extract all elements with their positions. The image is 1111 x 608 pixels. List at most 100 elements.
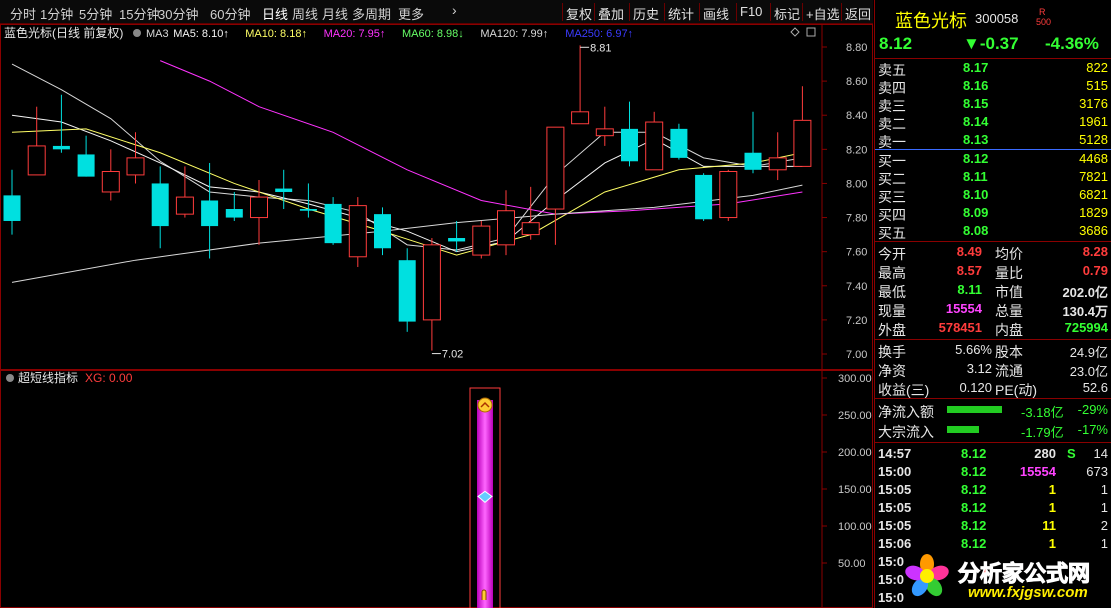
settings-dot-icon[interactable] [133, 29, 141, 37]
candle-body [151, 183, 169, 227]
tick-row[interactable]: 15:00 8.12 15554 673 [875, 464, 1111, 481]
y-tick-label: 7.80 [846, 213, 867, 225]
indicator-settings-icon[interactable] [6, 374, 14, 382]
maximize-icon[interactable] [806, 27, 816, 37]
stat-label: 内盘 [995, 322, 1023, 338]
candle-body [521, 222, 540, 236]
tick-row[interactable]: 14:57 8.12 280 S 14 [875, 446, 1111, 463]
period-tab[interactable]: 15分钟 [119, 4, 159, 23]
flow-bar [947, 426, 979, 433]
divider [875, 339, 1111, 340]
tick-price: 8.12 [961, 500, 987, 515]
stat-label: 总量 [995, 303, 1023, 319]
indicator-chart[interactable]: 超短线指标 XG: 0.00 300.00 250.00 200.00 150.00 100… [0, 370, 873, 608]
period-tab[interactable]: 周线 [292, 4, 318, 23]
tick-volume: 280 [1034, 446, 1056, 461]
tick-price: 8.12 [961, 446, 987, 461]
high-price-label: 8.81 [590, 42, 611, 54]
order-price: 8.09 [963, 205, 989, 220]
stat-label: 今开 [878, 246, 906, 262]
stat-label: 均价 [995, 246, 1023, 262]
fundamental-value: 23.0亿 [1069, 364, 1108, 379]
toolbar-button[interactable]: F10 [740, 4, 762, 19]
fundamental-row: 净资 3.12 流通 23.0亿 [875, 361, 1111, 379]
order-price: 8.11 [963, 169, 988, 184]
flow-row: 大宗流入 -1.79亿 -17% [875, 422, 1111, 440]
y-tick-label: 150.00 [838, 484, 872, 496]
fundamental-value: 24.9亿 [1069, 345, 1108, 360]
period-tab[interactable]: 60分钟 [210, 4, 250, 23]
expand-diamond-icon[interactable] [790, 27, 800, 37]
indicator-xg-value: XG: 0.00 [85, 371, 133, 385]
toolbar-button[interactable]: 复权 [566, 4, 592, 23]
candle-body [201, 200, 219, 227]
quote-price: 8.12 [879, 34, 913, 53]
tick-price: 8.12 [961, 482, 987, 497]
indicator-panel[interactable]: 超短线指标 XG: 0.00 300.00 250.00 200.00 150.00 100… [0, 370, 873, 608]
ma-legend-label: MA120: 7.99↑ [480, 28, 548, 40]
candle-body [374, 214, 391, 249]
flow-row: 净流入额 -3.18亿 -29% [875, 402, 1111, 420]
order-book-row: 卖二 8.14 1961 [875, 114, 1111, 132]
quote-stock-name: 蓝色光标 [895, 11, 967, 31]
ma-legend-label: MA5: 8.10↑ [173, 28, 229, 40]
toolbar-button[interactable]: 叠加 [598, 4, 624, 23]
tick-count: 673 [1086, 464, 1108, 479]
order-book-row: 卖一 8.13 5128 [875, 132, 1111, 150]
candle-body [126, 157, 145, 176]
y-tick-label: 8.80 [846, 42, 867, 54]
tick-time: 15:00 [878, 464, 912, 479]
toolbar-button[interactable]: 返回 [845, 4, 871, 23]
fundamental-label: PE(动) [995, 382, 1037, 398]
fundamental-value: 3.12 [966, 361, 992, 376]
kline-chart-panel[interactable]: 蓝色光标(日线 前复权) MA3 MA5: 8.10↑ MA10: 8.18↑ MA20… [0, 24, 873, 370]
toolbar-button[interactable]: 统计 [668, 4, 694, 23]
toolbar-button[interactable]: +自选 [806, 4, 840, 23]
tick-time: 15:05 [878, 518, 912, 533]
toolbar-button[interactable]: 历史 [633, 4, 659, 23]
period-toolbar: 分时 1分钟 5分钟 15分钟 30分钟 60分钟 日线 周线 月线 多周期 更多 › 复权 叠加 历史 统计… [0, 0, 873, 24]
order-book-row: 买三 8.10 6821 [875, 187, 1111, 205]
fundamental-value: 0.120 [959, 380, 992, 395]
period-tab[interactable]: 多周期 [352, 4, 391, 23]
order-price: 8.12 [963, 151, 989, 166]
stat-row: 现量 15554 总量 130.4万 [875, 301, 1111, 319]
period-tab[interactable]: 分时 [10, 4, 36, 23]
tick-row[interactable]: 15:05 8.12 1 1 [875, 482, 1111, 499]
y-tick-label: 250.00 [838, 410, 872, 422]
order-price: 8.08 [963, 223, 989, 238]
order-volume: 515 [1086, 78, 1108, 93]
candle-body [77, 154, 95, 177]
order-book-row: 买二 8.11 7821 [875, 169, 1111, 187]
tick-row[interactable]: 15:05 8.12 1 1 [875, 500, 1111, 517]
y-tick-label: 7.40 [846, 281, 867, 293]
candle-body [448, 238, 466, 242]
candle-body [324, 203, 342, 244]
toolbar-separator [594, 3, 595, 21]
tick-flag: S [1067, 446, 1076, 461]
order-book-row: 买五 8.08 3686 [875, 223, 1111, 241]
flow-label: 净流入额 [878, 404, 934, 420]
toolbar-separator [736, 3, 737, 21]
chevron-right-icon[interactable]: › [452, 2, 457, 18]
fundamental-value: 52.6 [1082, 380, 1108, 395]
period-tab[interactable]: 1分钟 [40, 4, 73, 23]
period-tab[interactable]: 更多 [398, 4, 424, 23]
period-tab[interactable]: 日线 [262, 4, 288, 23]
ma-legend-label: MA250: 6.97↑ [565, 28, 633, 40]
tick-count: 1 [1100, 482, 1108, 497]
ma-legend-label: MA10: 8.18↑ [245, 28, 307, 40]
toolbar-button[interactable]: 标记 [774, 4, 800, 23]
period-tab[interactable]: 5分钟 [79, 4, 112, 23]
candle-body [175, 196, 194, 215]
period-tab[interactable]: 30分钟 [158, 4, 198, 23]
quote-badge-num: 500 [1036, 17, 1052, 27]
stat-value: 8.11 [957, 282, 982, 297]
toolbar-button[interactable]: 画线 [703, 4, 729, 23]
order-volume: 3176 [1079, 96, 1108, 111]
toolbar-separator [562, 3, 563, 21]
tick-row[interactable]: 15:05 8.12 11 2 [875, 518, 1111, 535]
period-tab[interactable]: 月线 [322, 4, 348, 23]
flower-logo-icon [905, 554, 949, 597]
kline-chart[interactable]: 蓝色光标(日线 前复权) MA3 MA5: 8.10↑ MA10: 8.18↑ MA20… [0, 24, 873, 370]
